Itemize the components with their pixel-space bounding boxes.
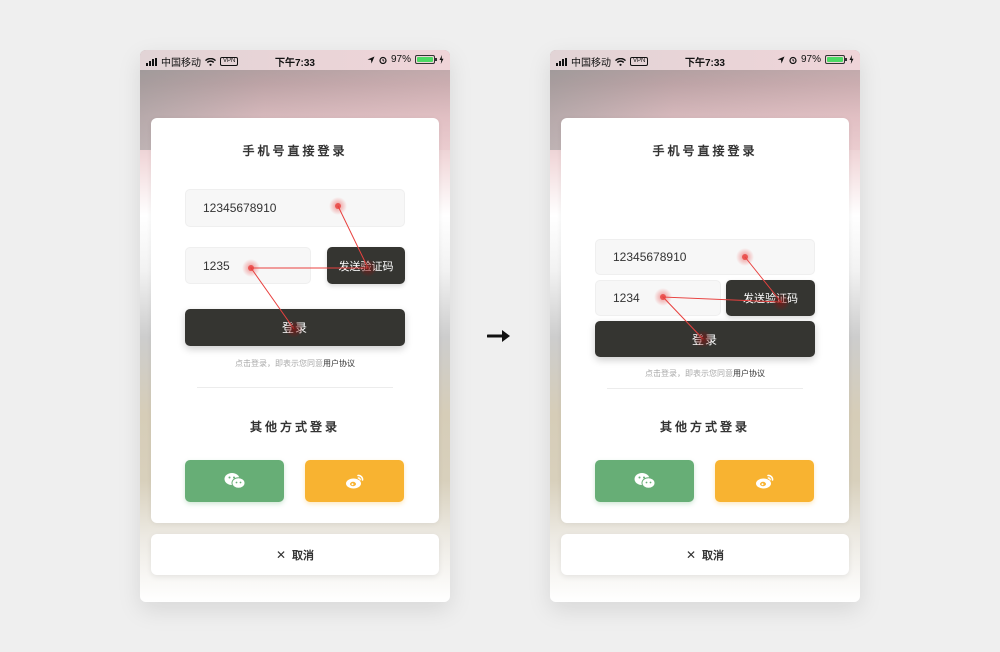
battery-icon <box>825 55 847 64</box>
phone-screen-after: 中国移动 VPN 下午7:33 97% 手机号直接登录 12345678910 … <box>550 50 860 602</box>
charging-icon <box>439 55 444 64</box>
other-login-title: 其他方式登录 <box>659 420 750 434</box>
weibo-login-button[interactable] <box>305 460 404 502</box>
close-icon: ✕ <box>275 547 287 562</box>
cancel-label: 取消 <box>292 549 315 562</box>
status-bar: 中国移动 VPN 下午7:33 97% <box>140 50 450 70</box>
divider <box>197 387 393 388</box>
weibo-icon <box>345 474 363 489</box>
login-button[interactable]: 登录 <box>595 321 815 357</box>
cancel-button[interactable]: ✕ 取消 <box>561 534 849 575</box>
login-title: 手机号直接登录 <box>242 144 348 158</box>
phone-input[interactable]: 12345678910 <box>185 189 405 227</box>
status-bar: 中国移动 VPN 下午7:33 97% <box>550 50 860 70</box>
phone-input[interactable]: 12345678910 <box>595 239 815 275</box>
cancel-button[interactable]: ✕ 取消 <box>151 534 439 575</box>
weibo-login-button[interactable] <box>715 460 814 502</box>
login-title: 手机号直接登录 <box>652 144 758 158</box>
divider <box>607 388 803 389</box>
login-card: 手机号直接登录 12345678910 1235 发送验证码 登录 点击登录，即… <box>151 118 439 523</box>
phone-screen-before: 中国移动 VPN 下午7:33 97% 手机号直接登录 12345678910 … <box>140 50 450 602</box>
agreement-text: 点击登录，即表示您同意用户协议 <box>151 358 439 369</box>
agreement-prefix: 点击登录，即表示您同意 <box>645 369 733 378</box>
battery-percent: 97% <box>390 54 411 65</box>
alarm-icon <box>379 56 387 64</box>
code-input[interactable]: 1234 <box>595 280 721 316</box>
location-arrow-icon <box>367 56 375 63</box>
battery-percent: 97% <box>800 54 821 65</box>
send-code-button[interactable]: 发送验证码 <box>726 280 815 316</box>
send-code-button[interactable]: 发送验证码 <box>327 247 405 284</box>
user-agreement-link[interactable]: 用户协议 <box>733 369 765 378</box>
wechat-icon <box>224 473 245 489</box>
battery-icon <box>415 55 437 64</box>
location-arrow-icon <box>777 56 785 63</box>
arrow-right-icon <box>487 330 510 342</box>
wechat-login-button[interactable] <box>595 460 694 502</box>
alarm-icon <box>789 56 797 64</box>
wechat-login-button[interactable] <box>185 460 284 502</box>
wechat-icon <box>634 473 655 489</box>
agreement-text: 点击登录，即表示您同意用户协议 <box>561 368 849 379</box>
close-icon: ✕ <box>685 547 697 562</box>
weibo-icon <box>755 474 773 489</box>
cancel-label: 取消 <box>702 549 725 562</box>
user-agreement-link[interactable]: 用户协议 <box>323 359 355 368</box>
charging-icon <box>849 55 854 64</box>
login-button[interactable]: 登录 <box>185 309 405 346</box>
other-login-title: 其他方式登录 <box>249 420 340 434</box>
login-card: 手机号直接登录 12345678910 1234 发送验证码 登录 点击登录，即… <box>561 118 849 523</box>
agreement-prefix: 点击登录，即表示您同意 <box>235 359 323 368</box>
code-input[interactable]: 1235 <box>185 247 311 284</box>
